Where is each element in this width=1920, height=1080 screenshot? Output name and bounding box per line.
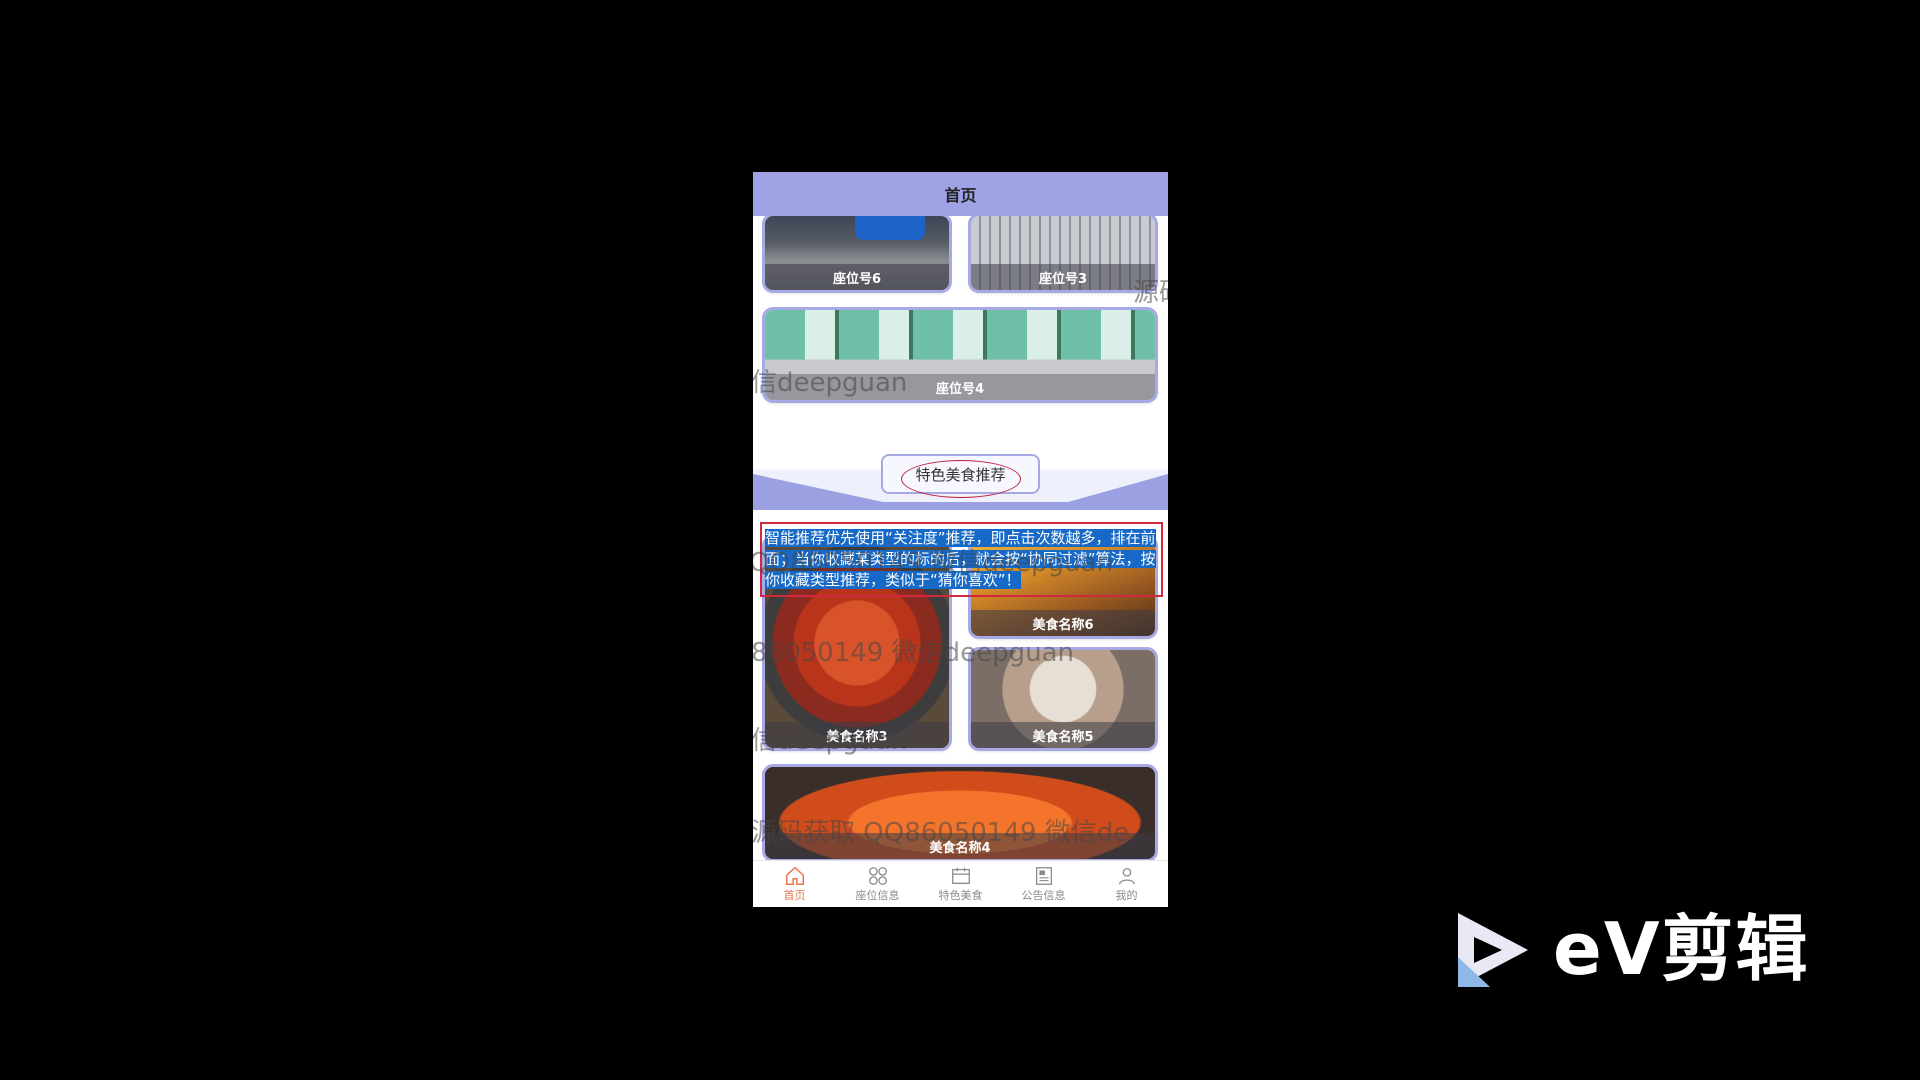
seat-photo	[855, 216, 925, 240]
food-card-4[interactable]: 美食名称4	[765, 767, 1155, 859]
tab-label: 座位信息	[855, 889, 900, 902]
section-banner: 特色美食推荐	[753, 452, 1168, 510]
banner-decoration-right	[1068, 474, 1168, 502]
seat-card-6[interactable]: 座位号6	[765, 216, 949, 290]
tab-home[interactable]: 首页	[753, 861, 836, 907]
seat-card-3[interactable]: 座位号3	[971, 216, 1155, 290]
food-card-label: 美食名称3	[765, 722, 949, 748]
play-logo-icon	[1458, 913, 1528, 987]
tab-special-food[interactable]: 特色美食	[919, 861, 1002, 907]
seat-card-label: 座位号4	[765, 374, 1155, 400]
food-card-label: 美食名称6	[971, 610, 1155, 636]
home-icon	[785, 866, 804, 885]
ev-logo-text: eV剪辑	[1553, 907, 1810, 991]
user-icon	[1118, 868, 1135, 885]
seat-card-label: 座位号3	[971, 264, 1155, 290]
food-card-label: 美食名称5	[971, 722, 1155, 748]
food-card-label: 美食名称4	[765, 833, 1155, 859]
section-title-pill: 特色美食推荐	[881, 454, 1040, 498]
ev-editor-logo: eV剪辑	[1450, 905, 1810, 995]
tab-mine[interactable]: 我的	[1085, 861, 1168, 907]
tab-seat-info[interactable]: 座位信息	[836, 861, 919, 907]
tab-label: 公告信息	[1021, 889, 1066, 902]
annotation-text: 智能推荐优先使用“关注度”推荐，即点击次数越多，排在前面；当你收藏某类型的标的后…	[765, 529, 1156, 589]
food-card-5[interactable]: 美食名称5	[971, 650, 1155, 748]
tab-label: 我的	[1115, 889, 1138, 902]
phone-screen: 首页 座位号6 座位号3 座位号4 特色美食推荐 美食名称3 美食名称6 美食名…	[753, 172, 1168, 907]
annotation-ellipse	[901, 460, 1021, 498]
page-header: 首页	[753, 172, 1168, 216]
calendar-icon	[951, 867, 970, 884]
newspaper-icon	[1035, 867, 1052, 885]
grid-icon	[868, 867, 887, 885]
tab-label: 首页	[783, 889, 806, 902]
tab-notice-info[interactable]: 公告信息	[1002, 861, 1085, 907]
banner-decoration-left	[753, 474, 883, 502]
bottom-tab-bar: 首页 座位信息 特色美食 公告信息 我的	[753, 860, 1168, 907]
banner-bar	[753, 502, 1168, 510]
seat-card-label: 座位号6	[765, 264, 949, 290]
seat-card-4[interactable]: 座位号4	[765, 310, 1155, 400]
tab-label: 特色美食	[938, 889, 983, 902]
page-title: 首页	[944, 186, 977, 205]
